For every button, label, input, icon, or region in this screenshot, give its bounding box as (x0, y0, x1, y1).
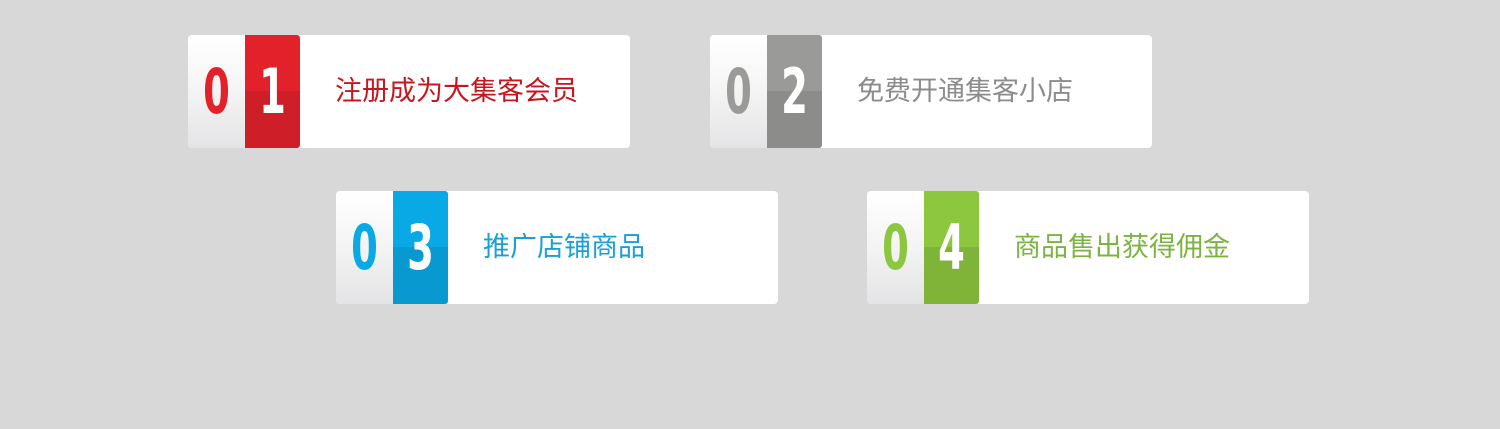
step-4-number-left: 0 (867, 191, 924, 304)
step-3-number-left: 0 (336, 191, 393, 304)
step-3-number-right: 3 (393, 191, 448, 304)
step-4-number-right: 4 (924, 191, 979, 304)
step-2-number-left: 0 (710, 35, 767, 148)
step-2-digit-second: 2 (781, 55, 808, 128)
step-4-digit-first: 0 (882, 211, 909, 284)
step-3-digit-first: 0 (351, 211, 378, 284)
step-4-label: 商品售出获得佣金 (1014, 232, 1230, 263)
step-3-digit-second: 3 (407, 211, 434, 284)
step-1-digit-first: 0 (203, 55, 230, 128)
step-1-number-left: 0 (188, 35, 245, 148)
step-card-4[interactable]: 0 4 商品售出获得佣金 (867, 191, 1309, 304)
step-2-label: 免费开通集客小店 (857, 76, 1073, 107)
step-4-digit-second: 4 (938, 211, 965, 284)
step-1-number-right: 1 (245, 35, 300, 148)
step-3-label: 推广店铺商品 (483, 232, 645, 263)
step-1-label: 注册成为大集客会员 (335, 76, 578, 107)
step-1-digit-second: 1 (259, 55, 286, 128)
step-2-number-right: 2 (767, 35, 822, 148)
step-card-3[interactable]: 0 3 推广店铺商品 (336, 191, 778, 304)
step-2-digit-first: 0 (725, 55, 752, 128)
step-card-1[interactable]: 0 1 注册成为大集客会员 (188, 35, 630, 148)
step-card-2[interactable]: 0 2 免费开通集客小店 (710, 35, 1152, 148)
